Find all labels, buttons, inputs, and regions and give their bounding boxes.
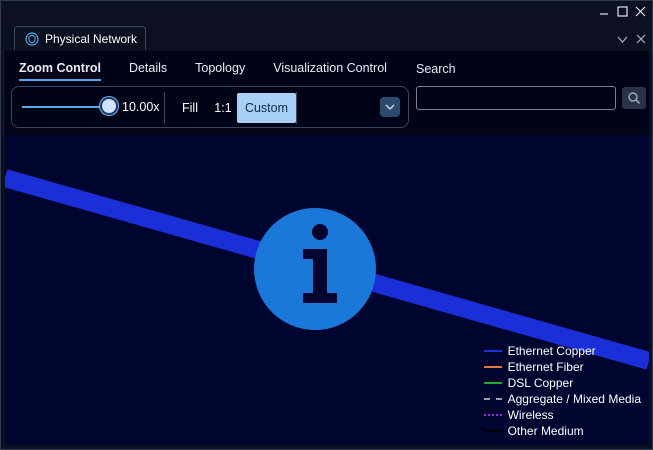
search-icon [628,92,641,105]
legend-item: Other Medium [483,423,641,439]
legend-item: DSL Copper [483,375,641,391]
search-label: Search [416,62,456,76]
tab-physical-network[interactable]: Physical Network [14,26,146,50]
legend-item: Aggregate / Mixed Media [483,391,641,407]
legend-label: DSL Copper [507,376,574,390]
custom-button[interactable]: Custom [237,93,296,123]
legend-swatch [483,382,502,384]
chevron-down-icon[interactable] [617,31,628,49]
maximize-icon[interactable] [616,5,628,17]
legend-label: Wireless [507,408,554,422]
one-to-one-button[interactable]: 1:1 [208,93,238,123]
legend-label: Ethernet Fiber [507,360,584,374]
close-icon[interactable] [634,5,646,17]
tab-visualization-control[interactable]: Visualization Control [273,61,387,81]
network-shield-icon [25,31,39,46]
legend-swatch [483,350,502,352]
window-controls [598,5,646,17]
legend-item: Ethernet Fiber [483,359,641,375]
legend-swatch [483,398,502,400]
link-legend: Ethernet Copper Ethernet Fiber DSL Coppe… [483,343,641,439]
tab-topology[interactable]: Topology [195,61,245,81]
legend-label: Other Medium [507,424,584,438]
tab-zoom-control[interactable]: Zoom Control [19,61,101,81]
legend-item: Ethernet Copper [483,343,641,359]
search-button[interactable] [622,87,646,109]
legend-swatch [483,366,502,368]
tab-details[interactable]: Details [129,61,167,81]
tab-title: Physical Network [45,31,138,46]
close-pane-icon[interactable] [636,31,646,49]
zoom-slider-track[interactable] [22,106,110,108]
subtab-bar: Zoom Control Details Topology Visualizat… [19,61,387,81]
legend-item: Wireless [483,407,641,423]
zoom-slider-thumb[interactable] [100,97,118,115]
pane-controls [617,31,646,49]
legend-label: Ethernet Copper [507,344,596,358]
legend-label: Aggregate / Mixed Media [507,392,641,406]
divider [164,92,165,124]
zoom-value: 10.00x [122,100,160,114]
info-icon [254,208,376,330]
fill-button[interactable]: Fill [172,93,208,123]
document-tabstrip: Physical Network [1,23,652,51]
topology-canvas[interactable]: Ethernet Copper Ethernet Fiber DSL Coppe… [5,135,649,445]
zoom-options-dropdown[interactable] [380,97,400,117]
legend-swatch [483,414,502,416]
toolbar: Zoom Control Details Topology Visualizat… [5,51,649,135]
zoom-control-group: 10.00x Fill 1:1 Custom [11,86,409,128]
minimize-icon[interactable] [598,5,610,17]
divider [296,92,297,124]
chevron-down-icon [385,104,395,110]
search-input[interactable] [416,86,616,110]
window-frame: Physical Network Zoom Control Details To… [0,0,653,450]
legend-swatch [483,430,502,432]
